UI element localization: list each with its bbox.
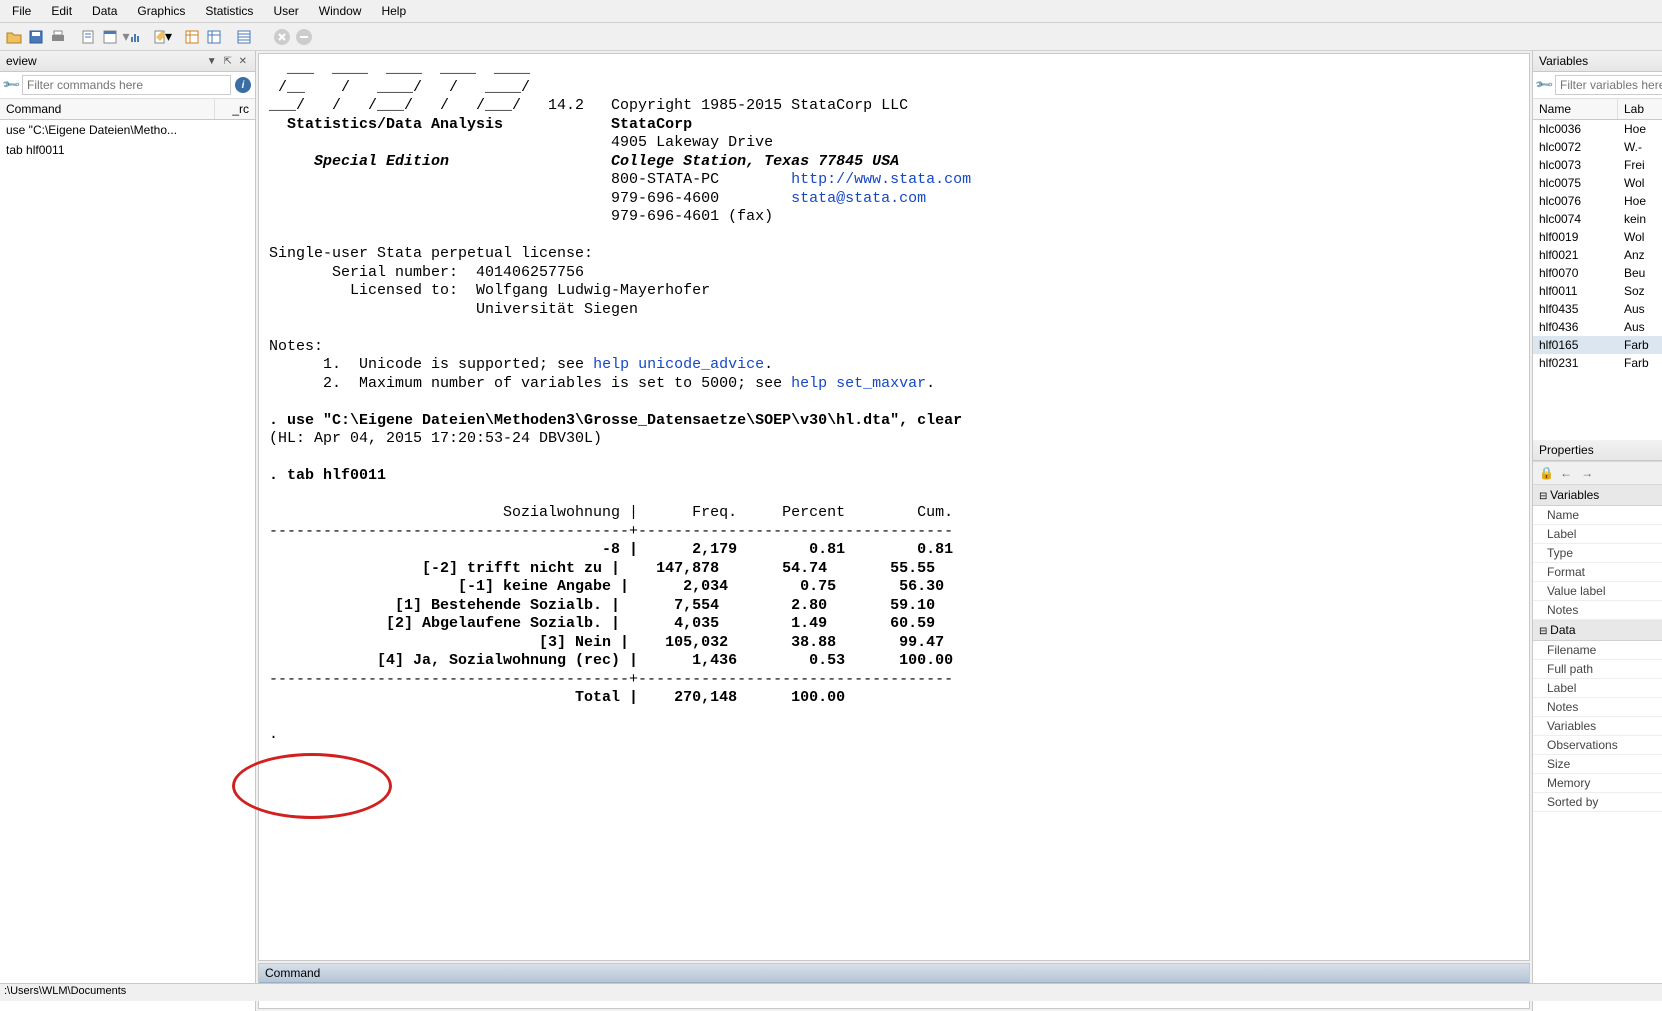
property-row: Memory <box>1533 774 1662 793</box>
property-row: Value label <box>1533 582 1662 601</box>
variable-row[interactable]: hlf0011Soz <box>1533 282 1662 300</box>
review-header: eview ▼ ⇱ ✕ <box>0 51 255 72</box>
nav-arrows[interactable]: ← → <box>1560 466 1596 480</box>
wrench-icon: 🔧 <box>1 75 21 95</box>
variable-row[interactable]: hlf0231Farb <box>1533 354 1662 372</box>
log-icon[interactable] <box>78 27 98 47</box>
property-row: Size <box>1533 755 1662 774</box>
variable-row[interactable]: hlc0076Hoe <box>1533 192 1662 210</box>
stop-icon[interactable] <box>294 27 314 47</box>
property-row: Notes <box>1533 601 1662 620</box>
property-row: Label <box>1533 525 1662 544</box>
stata-email-link[interactable]: stata@stata.com <box>791 190 926 207</box>
property-row: Type <box>1533 544 1662 563</box>
command-header: Command <box>259 964 1529 983</box>
open-icon[interactable] <box>4 27 24 47</box>
property-row: Sorted by <box>1533 793 1662 812</box>
viewer-icon[interactable] <box>100 27 120 47</box>
properties-toolbar: 🔒 ← → <box>1533 461 1662 485</box>
lock-icon[interactable]: 🔒 <box>1539 466 1554 480</box>
wrench-icon: 🔧 <box>1534 75 1554 95</box>
menu-window[interactable]: Window <box>311 2 370 20</box>
break-icon[interactable] <box>272 27 292 47</box>
menu-statistics[interactable]: Statistics <box>197 2 261 20</box>
variable-row[interactable]: hlc0075Wol <box>1533 174 1662 192</box>
properties-header: Properties <box>1533 440 1662 461</box>
variable-row[interactable]: hlf0021Anz <box>1533 246 1662 264</box>
variable-row[interactable]: hlc0036Hoe <box>1533 120 1662 138</box>
menu-bar: File Edit Data Graphics Statistics User … <box>0 0 1662 23</box>
property-row: Filename <box>1533 641 1662 660</box>
variable-row[interactable]: hlc0074kein <box>1533 210 1662 228</box>
results-text: ___ ____ ____ ____ ____ /__ / ____/ / __… <box>269 60 1519 745</box>
help-unicode-link[interactable]: help unicode_advice <box>593 356 764 373</box>
variables-filter-input[interactable] <box>1555 75 1662 95</box>
property-row: Full path <box>1533 660 1662 679</box>
properties-section-data[interactable]: Data <box>1533 620 1662 641</box>
variable-row[interactable]: hlf0070Beu <box>1533 264 1662 282</box>
data-browser-icon[interactable] <box>204 27 224 47</box>
menu-file[interactable]: File <box>4 2 39 20</box>
property-row: Format <box>1533 563 1662 582</box>
data-editor-icon[interactable] <box>182 27 202 47</box>
menu-edit[interactable]: Edit <box>43 2 80 20</box>
variable-row[interactable]: hlc0072W.- <box>1533 138 1662 156</box>
property-row: Observations <box>1533 736 1662 755</box>
property-row: Notes <box>1533 698 1662 717</box>
review-columns: Command _rc <box>0 99 255 120</box>
menu-user[interactable]: User <box>265 2 306 20</box>
review-item[interactable]: tab hlf0011 <box>0 140 255 160</box>
status-bar: :\Users\WLM\Documents <box>0 983 1662 1001</box>
save-icon[interactable] <box>26 27 46 47</box>
variable-row[interactable]: hlf0019Wol <box>1533 228 1662 246</box>
properties-panel: Variables NameLabelTypeFormatValue label… <box>1533 485 1662 1011</box>
review-item[interactable]: use "C:\Eigene Dateien\Metho... <box>0 120 255 140</box>
review-panel: eview ▼ ⇱ ✕ 🔧 i Command _rc use "C:\Eige… <box>0 51 256 1011</box>
property-row: Variables <box>1533 717 1662 736</box>
panel-controls[interactable]: ▼ ⇱ ✕ <box>207 56 249 67</box>
variables-header: Variables <box>1533 51 1662 72</box>
do-edit-icon[interactable]: ▾ <box>152 27 172 47</box>
review-filter-input[interactable] <box>22 75 231 95</box>
properties-section-variables[interactable]: Variables <box>1533 485 1662 506</box>
print-icon[interactable] <box>48 27 68 47</box>
menu-graphics[interactable]: Graphics <box>129 2 193 20</box>
variable-row[interactable]: hlf0435Aus <box>1533 300 1662 318</box>
help-maxvar-link[interactable]: help set_maxvar <box>791 375 926 392</box>
property-row: Label <box>1533 679 1662 698</box>
variables-manager-icon[interactable] <box>234 27 254 47</box>
variables-list[interactable]: hlc0036Hoehlc0072W.-hlc0073Freihlc0075Wo… <box>1533 120 1662 440</box>
toolbar: ▾ ▾ <box>0 23 1662 51</box>
graph-icon[interactable]: ▾ <box>122 27 142 47</box>
menu-data[interactable]: Data <box>84 2 125 20</box>
variable-row[interactable]: hlf0165Farb <box>1533 336 1662 354</box>
variables-columns: Name Lab <box>1533 99 1662 120</box>
variable-row[interactable]: hlf0436Aus <box>1533 318 1662 336</box>
menu-help[interactable]: Help <box>373 2 414 20</box>
variable-row[interactable]: hlc0073Frei <box>1533 156 1662 174</box>
property-row: Name <box>1533 506 1662 525</box>
results-window[interactable]: ___ ____ ____ ____ ____ /__ / ____/ / __… <box>258 53 1530 961</box>
right-panel: Variables 🔧 Name Lab hlc0036Hoehlc0072W.… <box>1532 51 1662 1011</box>
stata-url-link[interactable]: http://www.stata.com <box>791 171 971 188</box>
info-icon[interactable]: i <box>235 77 251 93</box>
